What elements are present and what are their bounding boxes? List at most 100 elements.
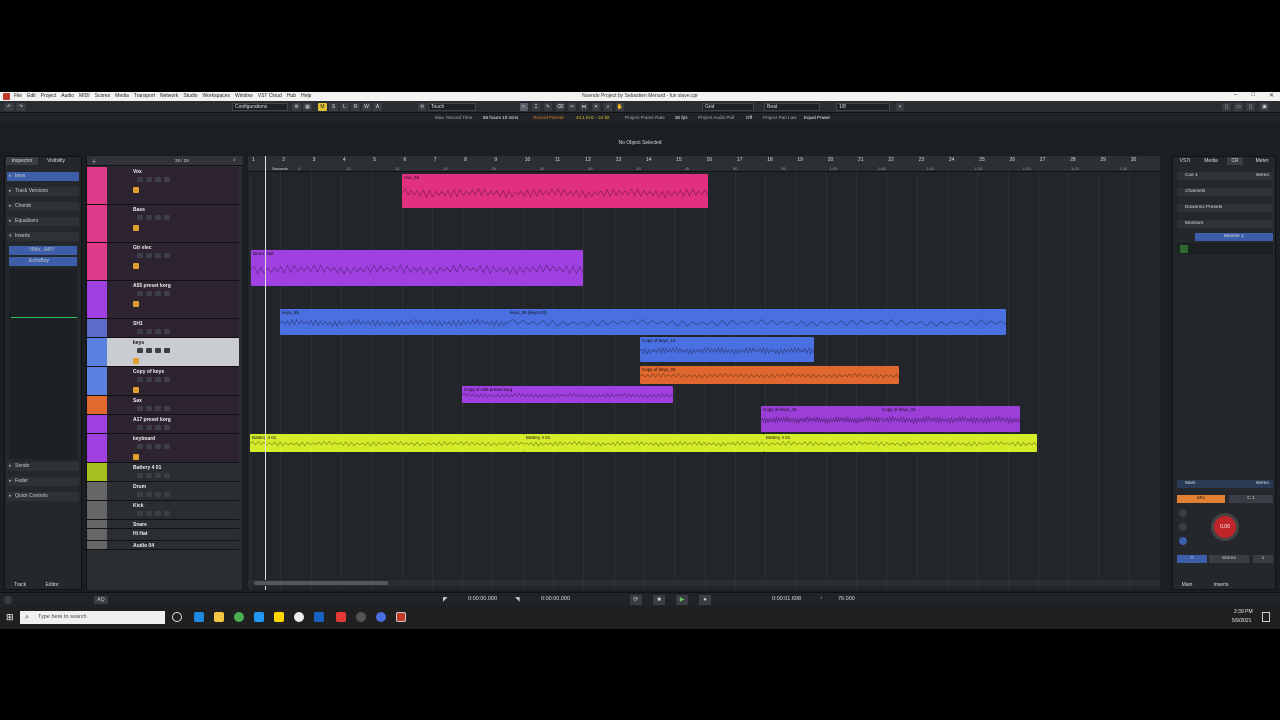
range-icon[interactable]: ⌶ [532,103,540,111]
track-name[interactable]: Sax [133,398,142,404]
track-name[interactable]: keys [133,340,144,346]
read-button[interactable] [155,348,161,353]
c1-button[interactable]: C 1 [1229,495,1273,503]
write-button[interactable] [164,444,170,449]
layout-full-icon[interactable]: ▣ [1260,103,1269,111]
audio-event[interactable]: Vox_04 [402,174,708,208]
mute-button[interactable] [137,511,143,516]
mute-button[interactable] [137,291,143,296]
track-row[interactable]: Hi Hat [87,529,239,541]
notification-icon[interactable] [1262,612,1270,622]
position-display[interactable]: 0:00:01.698 [772,596,801,602]
cue-row[interactable]: Cue 1 stereo [1177,172,1273,180]
track-row[interactable]: Copy of keys [87,367,239,396]
maximize-icon[interactable]: □ [1251,92,1255,99]
mute-button[interactable] [137,177,143,182]
audio-quality-icon[interactable]: AQ [94,596,108,604]
solo-button[interactable] [146,177,152,182]
tempo-display[interactable]: 76.000 [838,596,855,602]
tab-inserts[interactable]: Inserts [1205,581,1237,589]
mute-button[interactable] [137,406,143,411]
insert-slot-1[interactable]: !!!Mo...64!!! [9,246,77,255]
write-button[interactable] [164,377,170,382]
mix-button[interactable]: Mix [1177,495,1225,503]
track-name[interactable]: Audio 04 [133,543,154,549]
track-row[interactable]: SH1 [87,319,239,338]
track-color-bar[interactable] [87,541,107,549]
monitor-button[interactable] [133,387,139,393]
section-equalizers[interactable]: ▸ Equalizers [7,217,79,226]
track-name[interactable]: keyboard [133,436,155,442]
audio-event[interactable]: Copy of keys_12 [640,337,814,362]
track-name[interactable]: Gtr elec [133,245,152,251]
solo-button[interactable] [146,425,152,430]
inspector-track-name[interactable]: ▸ keys [7,172,79,181]
main-row[interactable]: Main stereo [1177,480,1273,488]
hand-icon[interactable]: ✋ [616,103,624,111]
taskbar-search[interactable]: ⌕ Type here to search [20,611,165,624]
audio-pull-value[interactable]: Off [746,115,752,120]
track-row[interactable]: keys [87,338,239,367]
windows-start-icon[interactable]: ⊞ [6,612,14,623]
layout-bottom-icon[interactable]: ▭ [1234,103,1243,111]
track-color-bar[interactable] [87,319,107,337]
write-button[interactable] [164,425,170,430]
left-locator[interactable]: 0:00:00.000 [468,596,497,602]
solo-button[interactable] [146,444,152,449]
monitor-button[interactable] [133,454,139,460]
section-inserts[interactable]: ▾ Inserts [7,232,79,241]
track-color-bar[interactable] [87,396,107,414]
tab-editor[interactable]: Editor [37,581,67,589]
solo-button[interactable] [146,492,152,497]
mute-button[interactable] [137,348,143,353]
erase-icon[interactable]: ⌫ [556,103,564,111]
browser-icon[interactable] [294,612,304,622]
track-name[interactable]: Hi Hat [133,531,147,537]
edge-icon[interactable] [194,612,204,622]
read-button[interactable] [155,253,161,258]
track-color-bar[interactable] [87,434,107,462]
record-icon[interactable]: ● [699,595,711,605]
write-button[interactable] [164,406,170,411]
audio-event[interactable]: Battery 4 01 [250,434,524,452]
track-row[interactable]: Gtr elec [87,243,239,281]
talkback-icon[interactable] [1179,523,1187,531]
layout-right-icon[interactable]: ▯ [1246,103,1255,111]
max-record-value[interactable]: 58 hours 10 mins [483,115,518,120]
settings-icon[interactable]: ⚙ [292,103,301,111]
steinberg-icon[interactable] [376,612,386,622]
track-name[interactable]: A55 preset korg [133,283,171,289]
track-color-bar[interactable] [87,520,107,528]
snap-type-select[interactable]: Grid [702,103,754,111]
monitor-button[interactable] [133,187,139,193]
track-color-bar[interactable] [87,281,107,318]
automation-icon[interactable]: ⟲ [418,103,426,111]
reference-icon[interactable] [1179,537,1187,545]
mute-button[interactable] [137,425,143,430]
audio-event[interactable]: Copy of keys_33 [761,406,880,432]
track-color-bar[interactable] [87,243,107,280]
tab-track[interactable]: Track [6,581,34,589]
write-button[interactable] [164,511,170,516]
track-name[interactable]: Drum [133,484,146,490]
insert-slot-2[interactable]: EchoBoy [9,257,77,266]
track-color-bar[interactable] [87,367,107,395]
monitor-button[interactable] [133,263,139,269]
write-button[interactable] [164,253,170,258]
track-name[interactable]: Vox [133,169,142,175]
write-button[interactable] [164,473,170,478]
audio-event[interactable]: Copy of A55 preset korg [462,386,673,403]
write-button[interactable] [164,492,170,497]
track-name[interactable]: Snare [133,522,147,528]
read-button[interactable] [155,215,161,220]
layout-left-icon[interactable]: ▯ [1222,103,1231,111]
ruler[interactable]: Seconds 1 2 3 4 5 6 7 8 9 10 11 12 13 14 15 16 17 18 19 20 2… [248,156,1160,172]
quantize-apply-icon[interactable]: ⚡ [896,103,904,111]
chrome-icon[interactable] [234,612,244,622]
play-icon[interactable]: ▶ [676,595,688,605]
object-selection-icon[interactable]: ↖ [520,103,528,111]
track-name[interactable]: Kick [133,503,144,509]
track-row[interactable]: Snare [87,520,239,529]
track-name[interactable]: Battery 4 01 [133,465,161,471]
solo-button[interactable] [146,377,152,382]
